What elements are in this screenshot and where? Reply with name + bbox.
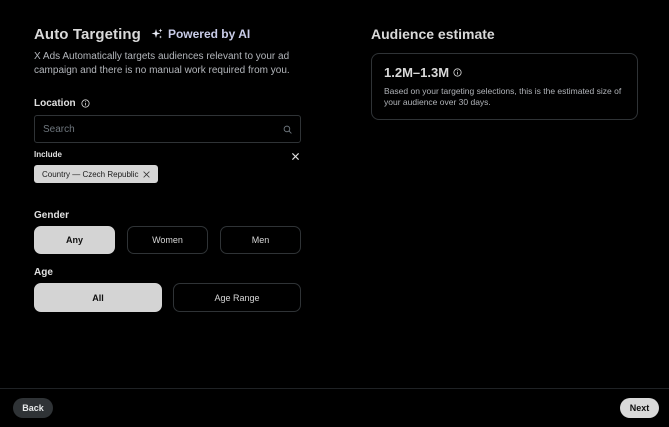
targeting-header: Auto Targeting Powered by AI X Ads Autom… bbox=[34, 24, 302, 78]
remove-chip-icon[interactable] bbox=[143, 170, 150, 178]
age-option-all[interactable]: All bbox=[34, 283, 162, 312]
location-chip-label: Country — Czech Republic bbox=[42, 169, 139, 179]
gender-option-any[interactable]: Any bbox=[34, 226, 115, 254]
location-search-box[interactable] bbox=[34, 115, 301, 143]
age-label: Age bbox=[34, 267, 53, 278]
audience-range: 1.2M–1.3M bbox=[384, 65, 450, 80]
info-icon[interactable] bbox=[81, 99, 90, 108]
audience-range-row: 1.2M–1.3M bbox=[384, 65, 625, 80]
location-search-input[interactable] bbox=[43, 123, 283, 135]
include-label: Include bbox=[34, 150, 63, 159]
age-option-range[interactable]: Age Range bbox=[173, 283, 301, 312]
location-chip: Country — Czech Republic bbox=[34, 165, 158, 183]
targeting-description: X Ads Automatically targets audiences re… bbox=[34, 51, 290, 76]
location-label-text: Location bbox=[34, 98, 76, 109]
search-icon bbox=[283, 125, 292, 134]
close-icon[interactable] bbox=[291, 152, 300, 161]
title-row: Auto Targeting Powered by AI bbox=[34, 24, 302, 44]
powered-label: Powered by AI bbox=[167, 27, 251, 41]
auto-targeting-page: Auto Targeting Powered by AI X Ads Autom… bbox=[0, 0, 669, 427]
back-button[interactable]: Back bbox=[13, 398, 53, 418]
sparkle-icon bbox=[151, 28, 163, 39]
gender-option-men[interactable]: Men bbox=[220, 226, 301, 254]
gender-option-women[interactable]: Women bbox=[127, 226, 208, 254]
gender-label: Gender bbox=[34, 210, 70, 221]
page-title: Auto Targeting bbox=[34, 25, 141, 43]
info-icon[interactable] bbox=[453, 68, 462, 77]
audience-estimate-card: 1.2M–1.3M Based on your targeting select… bbox=[371, 53, 638, 120]
audience-estimate-title: Audience estimate bbox=[371, 26, 495, 42]
next-button[interactable]: Next bbox=[620, 398, 659, 418]
footer-divider bbox=[0, 388, 669, 389]
powered-by-ai-badge: Powered by AI bbox=[151, 27, 250, 41]
audience-description: Based on your targeting selections, this… bbox=[384, 86, 622, 107]
location-label: Location bbox=[34, 98, 90, 109]
